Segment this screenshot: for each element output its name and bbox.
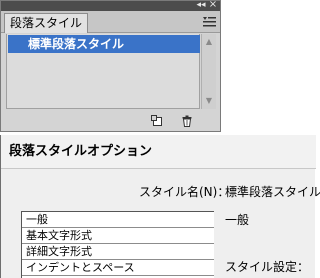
close-icon[interactable]: × <box>208 0 218 10</box>
tab-paragraph-styles-label: 段落スタイル <box>10 16 83 30</box>
section-heading: 一般 <box>225 213 250 227</box>
category-item-general[interactable]: 一般 <box>22 212 214 228</box>
scroll-down-arrow-icon[interactable]: ▼ <box>202 94 216 108</box>
paragraph-style-list: 標準段落スタイル <box>6 34 200 109</box>
style-name-label: スタイル名(N)： <box>139 185 230 199</box>
panel-menu-icon[interactable] <box>202 16 216 28</box>
category-item-indents-and-spacing[interactable]: インデントとスペース <box>22 260 214 276</box>
paragraph-styles-panel: ◂◂ × 段落スタイル 標準段落スタイル ▲ ▼ <box>0 0 221 132</box>
panel-titlebar[interactable]: ◂◂ × <box>1 0 220 11</box>
new-style-icon[interactable] <box>151 115 163 127</box>
category-list: 一般 基本文字形式 詳細文字形式 インデントとスペース <box>21 211 214 278</box>
category-item-basic-character-formats[interactable]: 基本文字形式 <box>22 228 214 244</box>
double-chevron-left-icon[interactable]: ◂◂ <box>196 0 206 10</box>
dialog-title[interactable]: 段落スタイルオプション <box>1 135 316 169</box>
list-item-default-paragraph-style[interactable]: 標準段落スタイル <box>8 35 200 53</box>
panel-tab-row: 段落スタイル <box>1 11 220 33</box>
paragraph-style-options-dialog: 段落スタイルオプション スタイル名(N)： 標準段落スタイル 一般 基本文字形式… <box>0 135 320 278</box>
scroll-up-arrow-icon[interactable]: ▲ <box>202 35 216 49</box>
style-name-value: 標準段落スタイル <box>225 185 320 199</box>
panel-footer <box>1 111 220 131</box>
tab-paragraph-styles[interactable]: 段落スタイル <box>4 13 89 33</box>
category-item-advanced-character-formats[interactable]: 詳細文字形式 <box>22 244 214 260</box>
style-settings-label: スタイル設定： <box>225 260 310 274</box>
list-item-label: 標準段落スタイル <box>28 37 125 51</box>
trash-icon[interactable] <box>181 115 193 127</box>
panel-scrollbar[interactable]: ▲ ▼ <box>201 34 216 109</box>
